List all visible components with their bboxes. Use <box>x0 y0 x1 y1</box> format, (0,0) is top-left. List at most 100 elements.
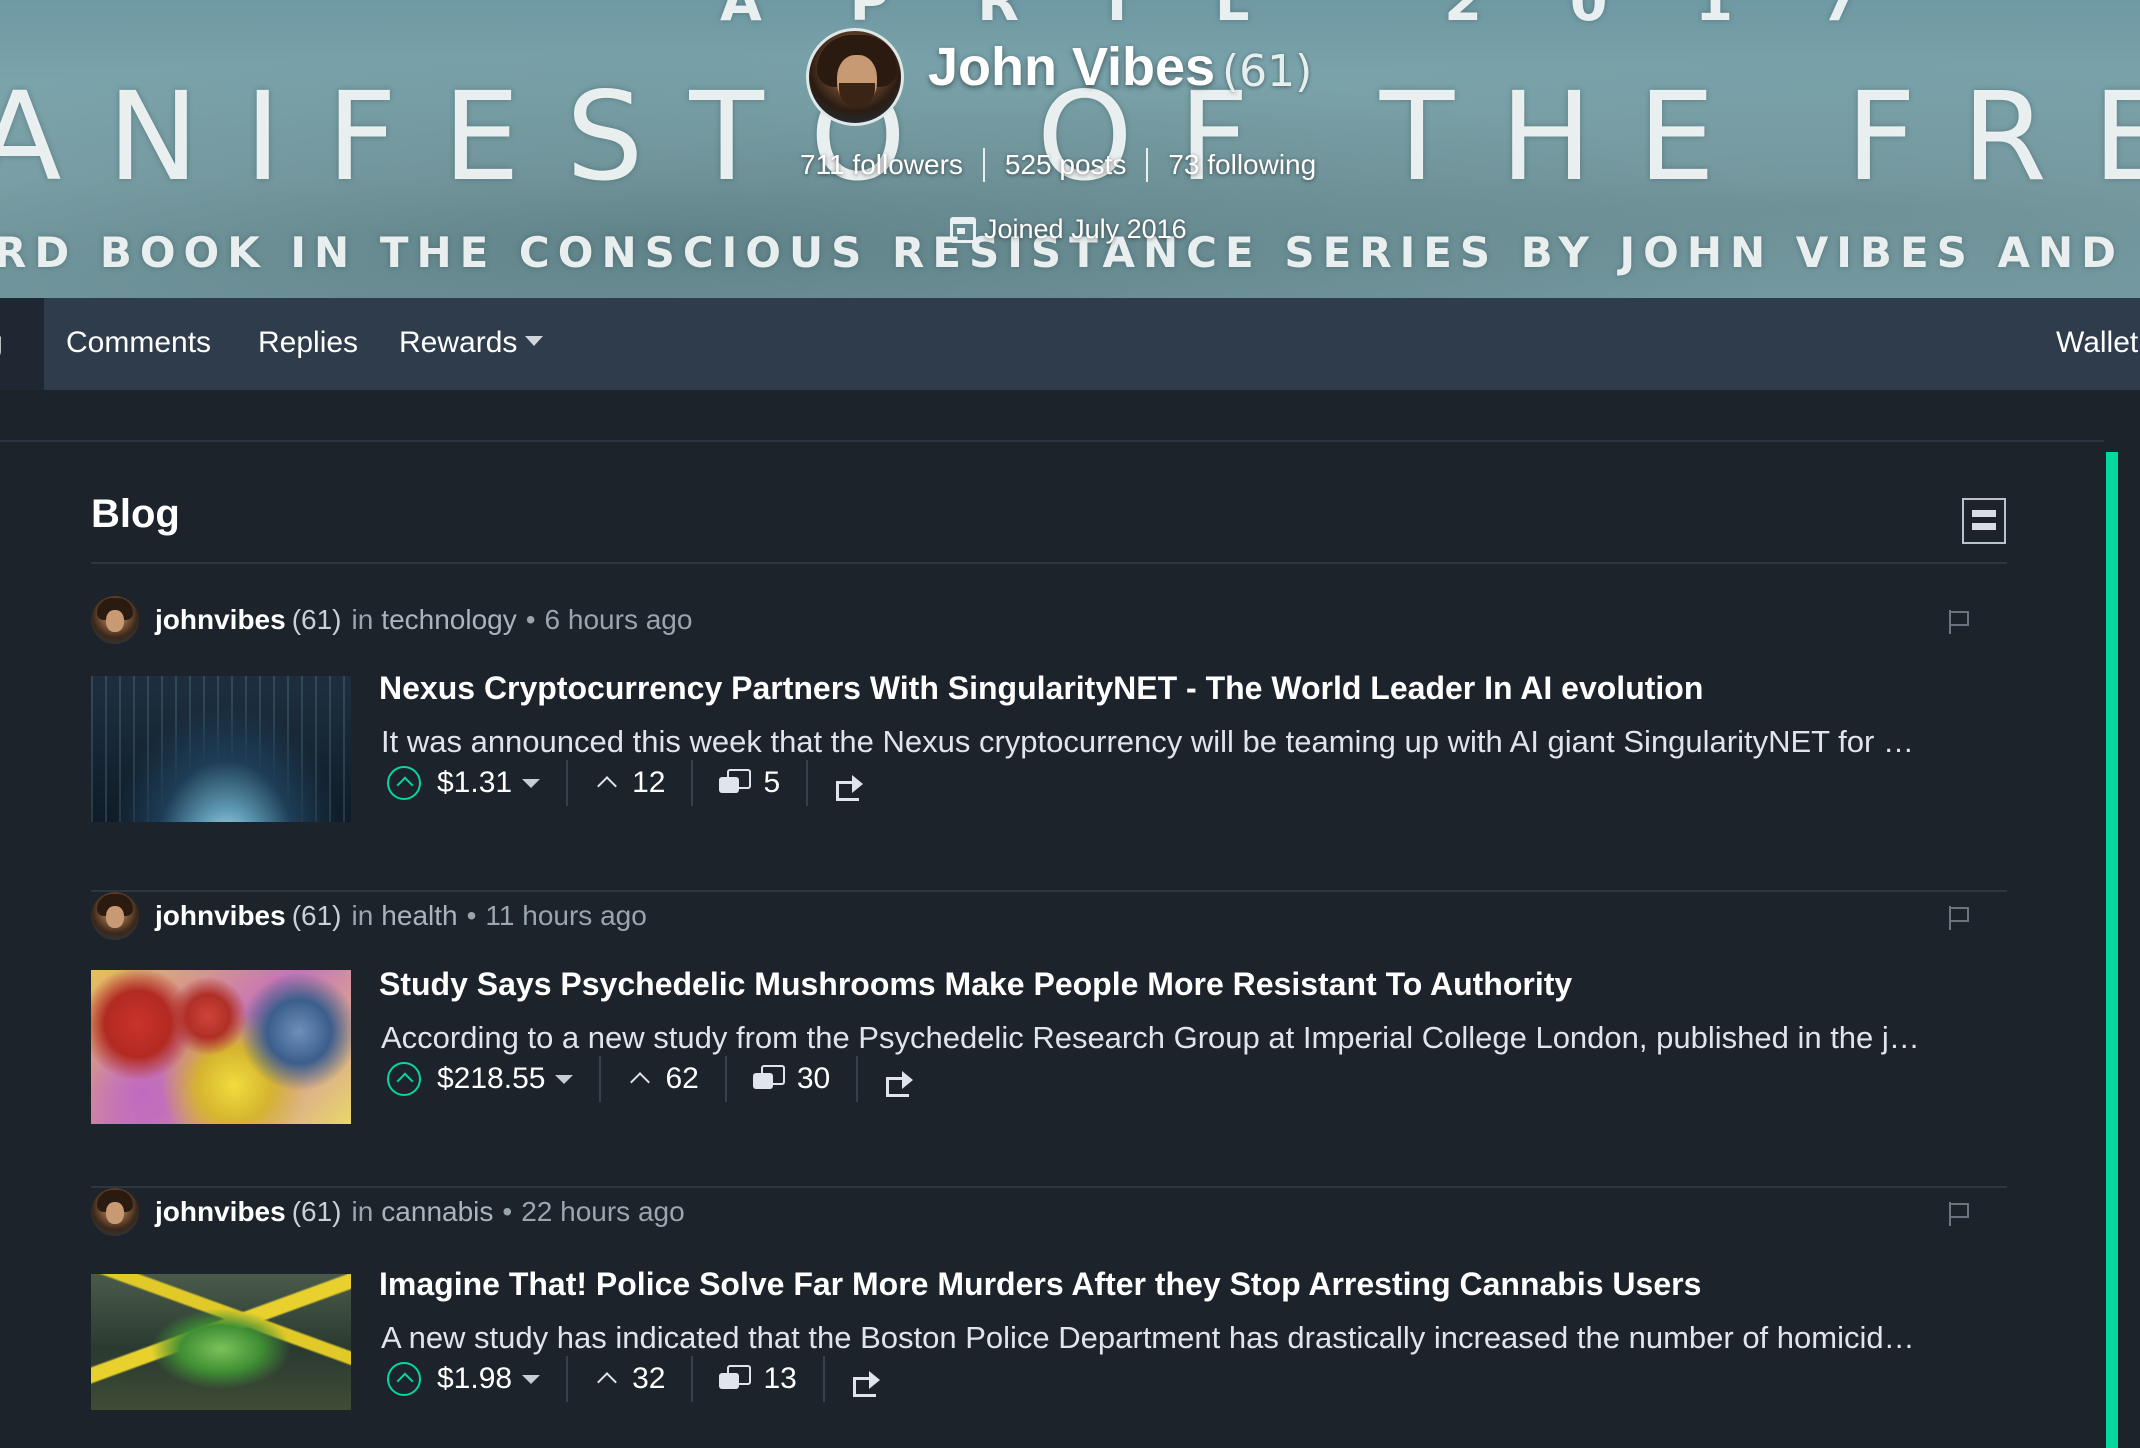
calendar-icon <box>950 216 976 243</box>
post-item: johnvibes (61) in technology • 6 hours a… <box>91 596 2007 892</box>
category-link[interactable]: technology <box>381 604 516 636</box>
tab-rewards-label: Rewards <box>399 326 518 359</box>
post-actions: $218.55 62 30 <box>387 1056 914 1102</box>
divider <box>0 440 2104 442</box>
author-avatar[interactable] <box>91 596 139 644</box>
tab-rewards[interactable]: Rewards <box>399 326 544 360</box>
author-link[interactable]: johnvibes <box>155 1196 286 1228</box>
comments-icon[interactable] <box>719 1365 752 1393</box>
profile-stats: 711 followers 525 posts 73 following <box>800 148 1316 182</box>
actions-divider <box>566 1356 569 1402</box>
followers-link[interactable]: 711 followers <box>800 149 963 181</box>
post-meta: johnvibes (61) in cannabis • 22 hours ag… <box>91 1188 685 1236</box>
category-link[interactable]: cannabis <box>381 1196 493 1228</box>
comments-icon[interactable] <box>752 1065 785 1093</box>
post-thumbnail[interactable] <box>91 676 351 822</box>
post-item: johnvibes (61) in cannabis • 22 hours ag… <box>91 1188 2007 1448</box>
banner-text-top: APRIL 2017 <box>720 0 1947 33</box>
flag-icon[interactable] <box>1949 1202 1969 1226</box>
post-title[interactable]: Study Says Psychedelic Mushrooms Make Pe… <box>379 966 1572 1003</box>
post-time: 11 hours ago <box>485 900 647 931</box>
actions-divider <box>822 1356 825 1402</box>
chevron-down-icon[interactable] <box>522 1374 541 1384</box>
post-time: 22 hours ago <box>521 1196 685 1227</box>
chevron-down-icon <box>525 336 544 346</box>
joined-label: Joined July 2016 <box>984 214 1187 244</box>
upvote-icon[interactable] <box>387 1362 421 1396</box>
reblog-icon[interactable] <box>851 1369 881 1397</box>
divider <box>91 562 2007 564</box>
post-meta: johnvibes (61) in technology • 6 hours a… <box>91 596 692 644</box>
reblog-icon[interactable] <box>834 773 864 801</box>
post-actions: $1.98 32 13 <box>387 1356 881 1402</box>
profile-avatar <box>806 28 904 126</box>
payout-value: $218.55 <box>437 1062 546 1095</box>
author-reputation: (61) <box>291 900 342 931</box>
upvote-icon[interactable] <box>387 766 421 800</box>
comments-count[interactable]: 13 <box>763 1362 796 1396</box>
author-avatar[interactable] <box>91 892 139 940</box>
post-title[interactable]: Nexus Cryptocurrency Partners With Singu… <box>379 670 1703 707</box>
post-item: johnvibes (61) in health • 11 hours ago … <box>91 892 2007 1188</box>
actions-divider <box>724 1056 727 1102</box>
in-label: in <box>351 900 374 931</box>
votes-caret-icon <box>597 1372 617 1392</box>
actions-divider <box>691 760 694 806</box>
section-title: Blog <box>91 492 180 536</box>
post-thumbnail[interactable] <box>91 970 351 1124</box>
profile-nav: g Comments Replies Rewards Wallet <box>0 298 2140 390</box>
meta-separator: • <box>502 1196 513 1227</box>
following-link[interactable]: 73 following <box>1168 149 1316 181</box>
scrollbar-accent[interactable] <box>2106 452 2118 1448</box>
nav-active-indicator <box>0 298 44 390</box>
votes-caret-icon <box>630 1072 651 1092</box>
meta-separator: • <box>466 900 477 931</box>
post-title[interactable]: Imagine That! Police Solve Far More Murd… <box>379 1266 1701 1303</box>
flag-icon[interactable] <box>1949 906 1969 930</box>
tab-replies[interactable]: Replies <box>258 326 358 360</box>
tab-wallet[interactable]: Wallet <box>2056 326 2138 360</box>
in-label: in <box>351 1196 374 1227</box>
stats-divider <box>1146 148 1149 182</box>
post-time: 6 hours ago <box>544 604 693 635</box>
upvote-icon[interactable] <box>387 1062 421 1096</box>
joined-date: Joined July 2016 <box>950 214 1187 245</box>
tab-blog[interactable]: g <box>0 326 3 360</box>
votes-count[interactable]: 12 <box>632 766 665 800</box>
tab-comments[interactable]: Comments <box>66 326 211 360</box>
chevron-down-icon[interactable] <box>555 1074 574 1084</box>
actions-divider <box>806 760 809 806</box>
payout-value: $1.31 <box>437 766 513 799</box>
posts-count: 525 posts <box>1004 149 1127 180</box>
actions-divider <box>856 1056 859 1102</box>
payout-value: $1.98 <box>437 1362 513 1395</box>
chevron-down-icon[interactable] <box>522 778 541 788</box>
comments-count[interactable]: 30 <box>797 1062 830 1096</box>
post-excerpt[interactable]: According to a new study from the Psyche… <box>381 1020 1981 1056</box>
post-thumbnail[interactable] <box>91 1274 351 1410</box>
in-label: in <box>351 604 374 635</box>
author-avatar[interactable] <box>91 1188 139 1236</box>
votes-caret-icon <box>597 776 617 796</box>
flag-icon[interactable] <box>1949 610 1969 634</box>
stats-divider <box>982 148 985 182</box>
post-excerpt[interactable]: It was announced this week that the Nexu… <box>381 724 1981 760</box>
votes-count[interactable]: 62 <box>665 1062 698 1096</box>
author-reputation: (61) <box>291 604 342 635</box>
category-link[interactable]: health <box>381 900 457 932</box>
author-link[interactable]: johnvibes <box>155 604 286 636</box>
votes-count[interactable]: 32 <box>632 1362 665 1396</box>
profile-name: John Vibes <box>928 37 1216 97</box>
profile-banner: APRIL 2017 ANIFESTO OF THE FREE HUMAN RD… <box>0 0 2140 298</box>
actions-divider <box>599 1056 602 1102</box>
author-reputation: (61) <box>291 1196 342 1227</box>
layout-toggle-icon[interactable] <box>1962 498 2006 544</box>
post-meta: johnvibes (61) in health • 11 hours ago <box>91 892 647 940</box>
reblog-icon[interactable] <box>884 1069 914 1097</box>
comments-icon[interactable] <box>719 769 752 797</box>
author-link[interactable]: johnvibes <box>155 900 286 932</box>
meta-separator: • <box>525 604 536 635</box>
profile-reputation: (61) <box>1222 46 1313 97</box>
comments-count[interactable]: 5 <box>763 766 780 800</box>
post-excerpt[interactable]: A new study has indicated that the Bosto… <box>381 1320 1981 1356</box>
